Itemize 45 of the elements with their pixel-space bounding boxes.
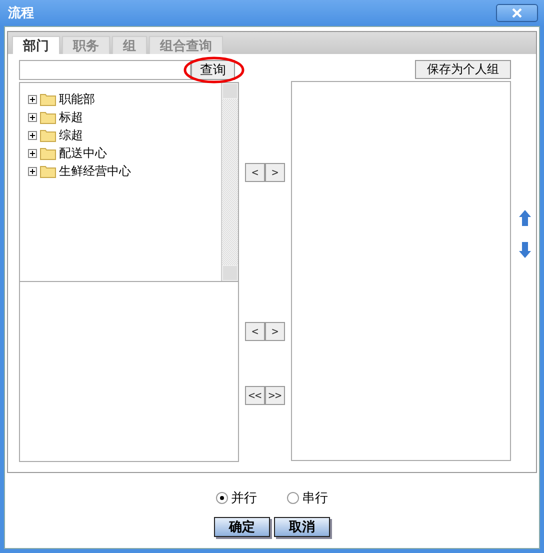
expand-icon[interactable] <box>28 166 37 176</box>
search-field[interactable] <box>19 60 191 80</box>
tab[interactable]: 部门 <box>12 36 60 54</box>
tree-label: 配送中心 <box>59 144 107 162</box>
close-button[interactable] <box>496 4 538 22</box>
ok-button[interactable]: 确定 <box>214 517 270 537</box>
save-group-button[interactable]: 保存为个人组 <box>415 60 511 79</box>
folder-icon <box>40 146 56 160</box>
move-right-button[interactable]: >> <box>265 386 285 405</box>
cancel-button[interactable]: 取消 <box>274 517 330 537</box>
expand-icon[interactable] <box>28 148 37 158</box>
close-icon <box>511 8 523 18</box>
move-left-button[interactable]: << <box>245 386 265 405</box>
expand-icon[interactable] <box>28 94 37 104</box>
radio-label: 并行 <box>231 490 257 507</box>
tree-item[interactable]: 标超 <box>28 109 221 125</box>
tree-item[interactable]: 生鲜经营中心 <box>28 163 221 179</box>
down-arrow-icon[interactable] <box>519 242 531 258</box>
move-right-button[interactable]: > <box>265 163 285 182</box>
query-button[interactable]: 查询 <box>191 60 235 80</box>
move-right-button[interactable]: > <box>265 322 285 341</box>
scrollbar[interactable] <box>221 83 238 281</box>
window-title: 流程 <box>8 4 34 22</box>
folder-icon <box>40 110 56 124</box>
tree-item[interactable]: 职能部 <box>28 91 221 107</box>
move-left-button[interactable]: < <box>245 322 265 341</box>
up-arrow-icon[interactable] <box>519 210 531 226</box>
radio-option[interactable]: 并行 <box>216 489 257 507</box>
tree-label: 综超 <box>59 126 83 144</box>
radio-label: 串行 <box>302 490 328 507</box>
tree-item[interactable]: 综超 <box>28 127 221 143</box>
folder-icon <box>40 128 56 142</box>
tree-item[interactable]: 配送中心 <box>28 145 221 161</box>
radio-button[interactable] <box>216 492 228 504</box>
tree-label: 生鲜经营中心 <box>59 162 131 180</box>
move-left-button[interactable]: < <box>245 163 265 182</box>
folder-icon <box>40 92 56 106</box>
expand-icon[interactable] <box>28 112 37 122</box>
tree-label: 标超 <box>59 108 83 126</box>
radio-button[interactable] <box>287 492 299 504</box>
radio-option[interactable]: 串行 <box>287 489 328 507</box>
highlight-ellipse <box>183 56 245 84</box>
folder-icon <box>40 164 56 178</box>
tree-label: 职能部 <box>59 90 95 108</box>
expand-icon[interactable] <box>28 130 37 140</box>
